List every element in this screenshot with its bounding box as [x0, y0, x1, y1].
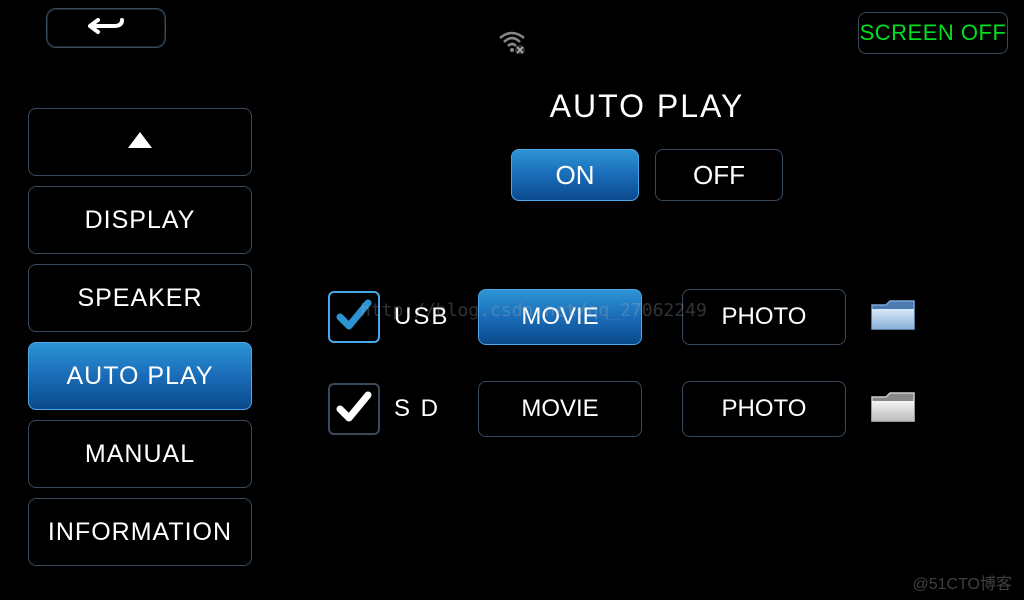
- check-icon: [334, 389, 374, 430]
- button-label: PHOTO: [722, 395, 807, 423]
- autoplay-off-button[interactable]: OFF: [655, 149, 783, 201]
- content-panel: AUTO PLAY ON OFF USB MOVIE PHOTO: [290, 88, 1004, 473]
- sidebar-item-label: DISPLAY: [85, 206, 196, 235]
- autoplay-toggle-row: ON OFF: [290, 149, 1004, 201]
- button-label: MOVIE: [521, 303, 598, 331]
- sidebar-item-information[interactable]: INFORMATION: [28, 498, 252, 566]
- back-button[interactable]: [46, 8, 166, 48]
- back-icon: [84, 12, 128, 45]
- watermark-credit: @51CTO博客: [912, 570, 1012, 594]
- sidebar-item-label: SPEAKER: [77, 284, 202, 313]
- button-label: MOVIE: [521, 395, 598, 423]
- sidebar: DISPLAY SPEAKER AUTO PLAY MANUAL INFORMA…: [28, 108, 252, 576]
- sd-row: S D MOVIE PHOTO: [290, 381, 1004, 437]
- toggle-label: ON: [556, 160, 595, 191]
- sidebar-item-label: MANUAL: [85, 440, 195, 469]
- autoplay-on-button[interactable]: ON: [511, 149, 639, 201]
- toggle-label: OFF: [693, 160, 745, 191]
- sd-folder-button[interactable]: [868, 387, 918, 432]
- page-title: AUTO PLAY: [290, 88, 1004, 125]
- usb-photo-button[interactable]: PHOTO: [682, 289, 846, 345]
- menu-scroll-up[interactable]: [28, 108, 252, 176]
- check-icon: [334, 297, 374, 338]
- usb-movie-button[interactable]: MOVIE: [478, 289, 642, 345]
- screen-off-button[interactable]: SCREEN OFF: [858, 12, 1008, 54]
- screen-off-label: SCREEN OFF: [860, 20, 1007, 46]
- usb-label: USB: [394, 303, 464, 331]
- triangle-up-icon: [126, 128, 154, 157]
- button-label: PHOTO: [722, 303, 807, 331]
- usb-row: USB MOVIE PHOTO: [290, 289, 1004, 345]
- sidebar-item-label: INFORMATION: [48, 518, 232, 547]
- sd-photo-button[interactable]: PHOTO: [682, 381, 846, 437]
- wifi-disabled-icon: [498, 30, 526, 59]
- usb-checkbox[interactable]: [328, 291, 380, 343]
- sidebar-item-manual[interactable]: MANUAL: [28, 420, 252, 488]
- folder-icon: [868, 295, 918, 335]
- sidebar-item-label: AUTO PLAY: [66, 362, 213, 391]
- sd-checkbox[interactable]: [328, 383, 380, 435]
- sd-movie-button[interactable]: MOVIE: [478, 381, 642, 437]
- usb-folder-button[interactable]: [868, 295, 918, 340]
- folder-icon: [868, 387, 918, 427]
- sd-label: S D: [394, 395, 464, 423]
- sidebar-item-speaker[interactable]: SPEAKER: [28, 264, 252, 332]
- sidebar-item-auto-play[interactable]: AUTO PLAY: [28, 342, 252, 410]
- sidebar-item-display[interactable]: DISPLAY: [28, 186, 252, 254]
